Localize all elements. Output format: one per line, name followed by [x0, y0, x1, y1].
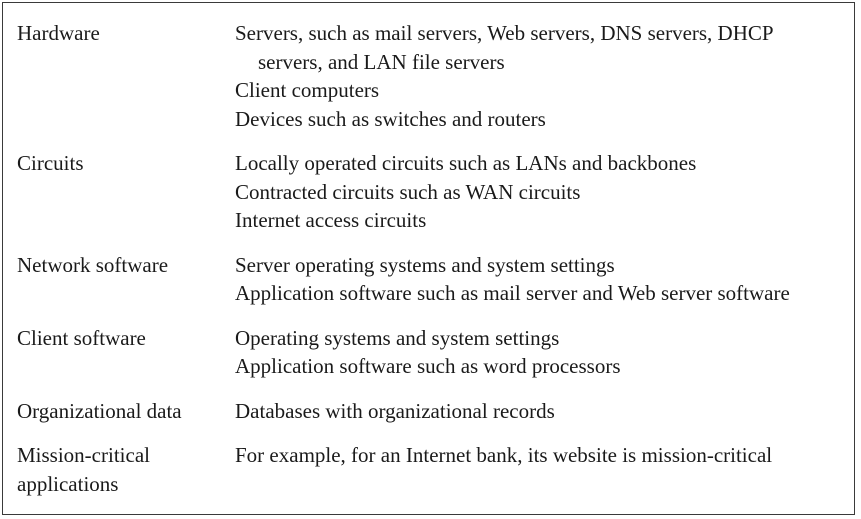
table-row-hardware: Hardware Servers, such as mail servers, …	[17, 19, 850, 149]
row-description: Locally operated circuits such as LANs a…	[235, 149, 850, 251]
description-line: Internet access circuits	[235, 208, 427, 232]
description-line: Server operating systems and system sett…	[235, 252, 615, 277]
table-row-circuits: Circuits Locally operated circuits such …	[17, 149, 850, 251]
table-row-organizational-data: Organizational data Databases with organ…	[17, 397, 850, 442]
description-line-text: Servers, such as mail servers, Web serve…	[235, 21, 774, 45]
row-category: Organizational data	[17, 398, 182, 423]
row-description: Operating systems and system settings Ap…	[235, 324, 850, 397]
description-line: Devices such as switches and routers	[235, 106, 546, 131]
table-row-client-software: Client software Operating systems and sy…	[17, 324, 850, 397]
row-category: Network software	[17, 252, 169, 277]
asset-table: Hardware Servers, such as mail servers, …	[17, 19, 850, 498]
description-line-continuation: servers, and LAN file servers	[258, 49, 505, 74]
description-line: Servers, such as mail servers, Web serve…	[235, 19, 850, 76]
row-description: Server operating systems and system sett…	[235, 251, 850, 324]
table-row-network-software: Network software Server operating system…	[17, 251, 850, 324]
description-line: Client computers	[235, 78, 380, 102]
row-category: Client software	[17, 325, 146, 350]
description-line: Application software such as mail server…	[235, 281, 790, 305]
row-category-line: applications	[17, 471, 119, 496]
row-description: Databases with organizational records	[235, 397, 850, 442]
row-category-line: Mission-critical	[17, 443, 150, 467]
table-row-mission-critical: Mission-critical applications For exampl…	[17, 441, 850, 498]
row-description: For example, for an Internet bank, its w…	[235, 441, 850, 498]
description-line: For example, for an Internet bank, its w…	[235, 443, 773, 467]
description-line: Locally operated circuits such as LANs a…	[235, 151, 697, 175]
description-line: Contracted circuits such as WAN circuits	[235, 179, 581, 204]
row-category: Circuits	[17, 151, 84, 175]
row-category: Hardware	[17, 21, 100, 45]
description-line: Application software such as word proces…	[235, 354, 621, 378]
description-line: Databases with organizational records	[235, 398, 555, 423]
row-category: Mission-critical applications	[17, 441, 235, 498]
row-description: Servers, such as mail servers, Web serve…	[235, 19, 850, 149]
description-line: Operating systems and system settings	[235, 325, 560, 350]
